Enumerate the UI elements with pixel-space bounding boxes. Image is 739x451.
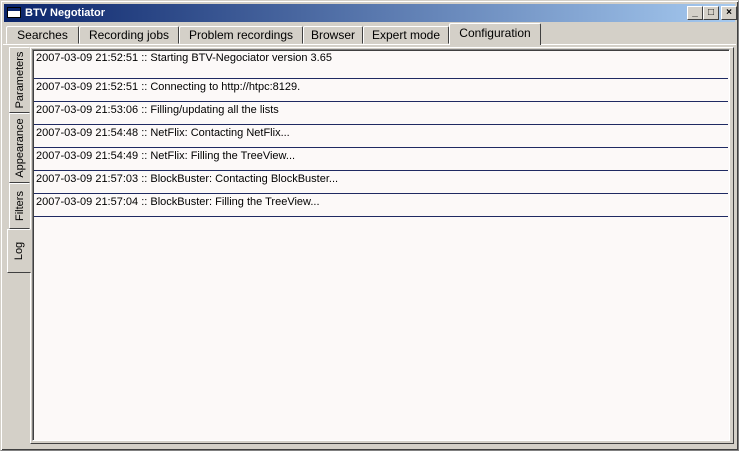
tab-label: Log [13, 241, 25, 261]
tab-problem-recordings[interactable]: Problem recordings [179, 26, 303, 44]
tab-divider [3, 44, 736, 45]
close-button[interactable]: × [721, 6, 737, 20]
tab-parameters[interactable]: Parameters [9, 47, 30, 113]
tab-recording-jobs[interactable]: Recording jobs [79, 26, 179, 44]
title-bar[interactable]: BTV Negotiator _ □ × [4, 4, 737, 22]
minimize-button[interactable]: _ [687, 6, 703, 20]
log-entry[interactable]: 2007-03-09 21:54:48 :: NetFlix: Contacti… [34, 125, 728, 148]
log-entry[interactable]: 2007-03-09 21:52:51 :: Connecting to htt… [34, 79, 728, 102]
tab-expert-mode[interactable]: Expert mode [363, 26, 449, 44]
tab-label: Configuration [459, 26, 531, 40]
log-entry[interactable]: 2007-03-09 21:53:06 :: Filling/updating … [34, 102, 728, 125]
log-list[interactable]: 2007-03-09 21:52:51 :: Starting BTV-Nego… [32, 49, 730, 441]
log-entry[interactable]: 2007-03-09 21:57:03 :: BlockBuster: Cont… [34, 171, 728, 194]
window-title: BTV Negotiator [25, 7, 106, 19]
tab-log[interactable]: Log [7, 229, 31, 273]
tab-searches[interactable]: Searches [6, 26, 79, 44]
tab-label: Searches [17, 28, 68, 42]
log-entry[interactable]: 2007-03-09 21:57:04 :: BlockBuster: Fill… [34, 194, 728, 217]
tab-label: Problem recordings [188, 28, 294, 42]
tab-label: Filters [13, 191, 26, 221]
log-entry[interactable]: 2007-03-09 21:52:51 :: Starting BTV-Nego… [34, 50, 728, 79]
tab-appearance[interactable]: Appearance [9, 113, 30, 183]
app-window: BTV Negotiator _ □ × Searches Recording … [0, 0, 739, 451]
app-icon [7, 7, 21, 18]
tab-filters[interactable]: Filters [9, 183, 30, 229]
tab-label: Appearance [13, 118, 26, 178]
log-entry[interactable]: 2007-03-09 21:54:49 :: NetFlix: Filling … [34, 148, 728, 171]
maximize-button[interactable]: □ [703, 6, 719, 20]
close-icon: × [726, 7, 732, 18]
tab-configuration[interactable]: Configuration [449, 23, 541, 45]
main-tabs: Searches Recording jobs Problem recordin… [6, 23, 735, 45]
tab-label: Recording jobs [88, 28, 170, 42]
tab-label: Browser [310, 28, 355, 42]
minimize-icon: _ [692, 7, 698, 18]
tab-label: Expert mode [371, 28, 441, 42]
config-tabs: Parameters Appearance Filters Log [7, 47, 31, 447]
tab-label: Parameters [13, 51, 26, 109]
tab-browser[interactable]: Browser [303, 26, 363, 44]
maximize-icon: □ [707, 7, 715, 18]
